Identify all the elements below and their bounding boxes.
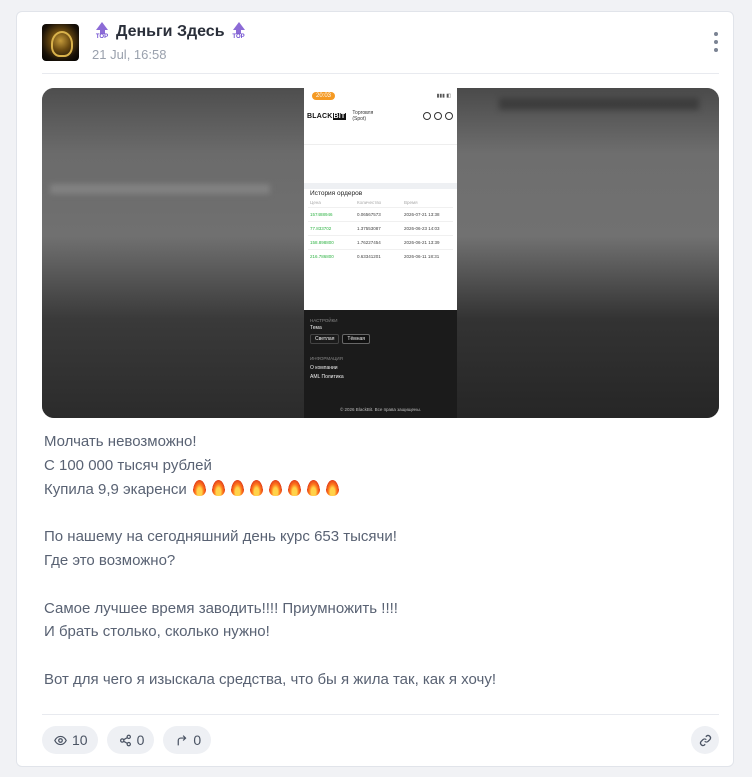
post-line: По нашему на сегодняшний день курс 653 т… [44, 528, 397, 546]
forwards-count: 0 [193, 732, 202, 748]
header-divider [42, 73, 719, 74]
theme-dark-option: Тёмная [342, 334, 370, 344]
post-stats: 10 0 0 [42, 726, 212, 754]
exchange-logo: BLACKBIT [307, 112, 347, 120]
post-image[interactable]: 20:03 ▮▮▮ ◧ BLACKBIT Торговля (Spot) Ист… [42, 88, 719, 418]
views-count: 10 [72, 732, 88, 748]
shares-button[interactable]: 0 [106, 726, 155, 754]
settings-label: НАСТРОЙКИ [310, 318, 338, 323]
top-badge-icon: TOP [94, 22, 110, 41]
theme-light-option: Светлая [310, 334, 340, 344]
top-badge-icon: TOP [231, 22, 247, 41]
fire-emoji-icon [211, 479, 225, 496]
aml-link: AML Политика [310, 374, 344, 380]
more-vertical-icon[interactable] [713, 32, 719, 52]
image-blur-left [42, 88, 304, 418]
phone-separator [304, 144, 457, 145]
signal-icon: ▮▮▮ ◧ [436, 93, 451, 99]
post-line: С 100 000 тысяч рублей [44, 456, 212, 474]
fire-emoji-icon [268, 479, 282, 496]
forwards-button[interactable]: 0 [163, 726, 212, 754]
post-line: Купила 9,9 экаренси [44, 478, 704, 502]
post-line: Где это возможно? [44, 551, 176, 569]
share-icon [119, 734, 131, 746]
phone-header: BLACKBIT Торговля (Spot) [307, 110, 453, 122]
phone-screenshot: 20:03 ▮▮▮ ◧ BLACKBIT Торговля (Spot) Ист… [304, 88, 457, 418]
trade-label: Торговля (Spot) [352, 110, 374, 122]
theme-label: Тема [310, 325, 322, 331]
table-row: 158.898800 1.76227454 2026-06-21 13:39 [308, 235, 453, 247]
shares-count: 0 [136, 732, 145, 748]
fire-emoji-icon [230, 479, 244, 496]
footer-divider [42, 714, 719, 715]
post-line: Вот для чего я изыскала средства, что бы… [44, 670, 496, 688]
theme-switch: Светлая Тёмная [310, 334, 457, 344]
fire-emoji-icon [249, 479, 263, 496]
link-icon [699, 734, 711, 746]
views-button[interactable]: 10 [42, 726, 98, 754]
copy-link-button[interactable] [691, 726, 719, 754]
info-label: ИНФОРМАЦИЯ [310, 356, 343, 361]
table-row: 157488946 0.06567573 2026-07-21 13:38 [308, 207, 453, 219]
post-date: 21 Jul, 16:58 [92, 47, 167, 62]
order-history-panel: История ордеров Цена Количество Время 1574… [308, 189, 453, 289]
copyright: © 2026 BlackBit. Все права защищены. [339, 407, 422, 412]
forward-icon [178, 734, 187, 745]
post-line: Молчать невозможно! [44, 433, 197, 450]
table-row: 216.786800 0.63341201 2026-06-11 18:31 [308, 249, 453, 261]
post-line: Самое лучшее время заводить!!!! Приумнож… [44, 599, 398, 617]
post-card: TOP Деньги Здесь TOP 21 Jul, 16:58 20:03… [16, 11, 734, 767]
fire-emoji-icon [325, 479, 339, 496]
image-blur-right [457, 88, 719, 418]
about-link: О компании [310, 365, 338, 371]
order-history-title: История ордеров [310, 190, 363, 197]
post-text: Молчать невозможно! С 100 000 тысяч рубл… [44, 430, 704, 692]
post-line [44, 501, 704, 525]
post-line [44, 573, 704, 597]
channel-avatar[interactable] [42, 24, 79, 61]
fire-emoji-icon [192, 479, 206, 496]
channel-name[interactable]: Деньги Здесь [116, 23, 225, 41]
phone-status-bar: 20:03 ▮▮▮ ◧ [312, 91, 451, 101]
phone-footer: НАСТРОЙКИ Тема Светлая Тёмная ИНФОРМАЦИЯ… [304, 310, 457, 418]
phone-header-icons [423, 112, 453, 120]
fire-emoji-group [191, 479, 343, 498]
fire-emoji-icon [287, 479, 301, 496]
fire-emoji-icon [306, 479, 320, 496]
phone-time: 20:03 [312, 92, 336, 100]
post-line [44, 644, 704, 668]
order-history-columns: Цена Количество Время [310, 200, 418, 205]
table-row: 77.833702 1.37553087 2026-06-23 14:03 [308, 221, 453, 233]
eye-icon [54, 735, 67, 745]
post-line: И брать столько, сколько нужно! [44, 623, 270, 641]
channel-title-row: TOP Деньги Здесь TOP [94, 22, 247, 41]
